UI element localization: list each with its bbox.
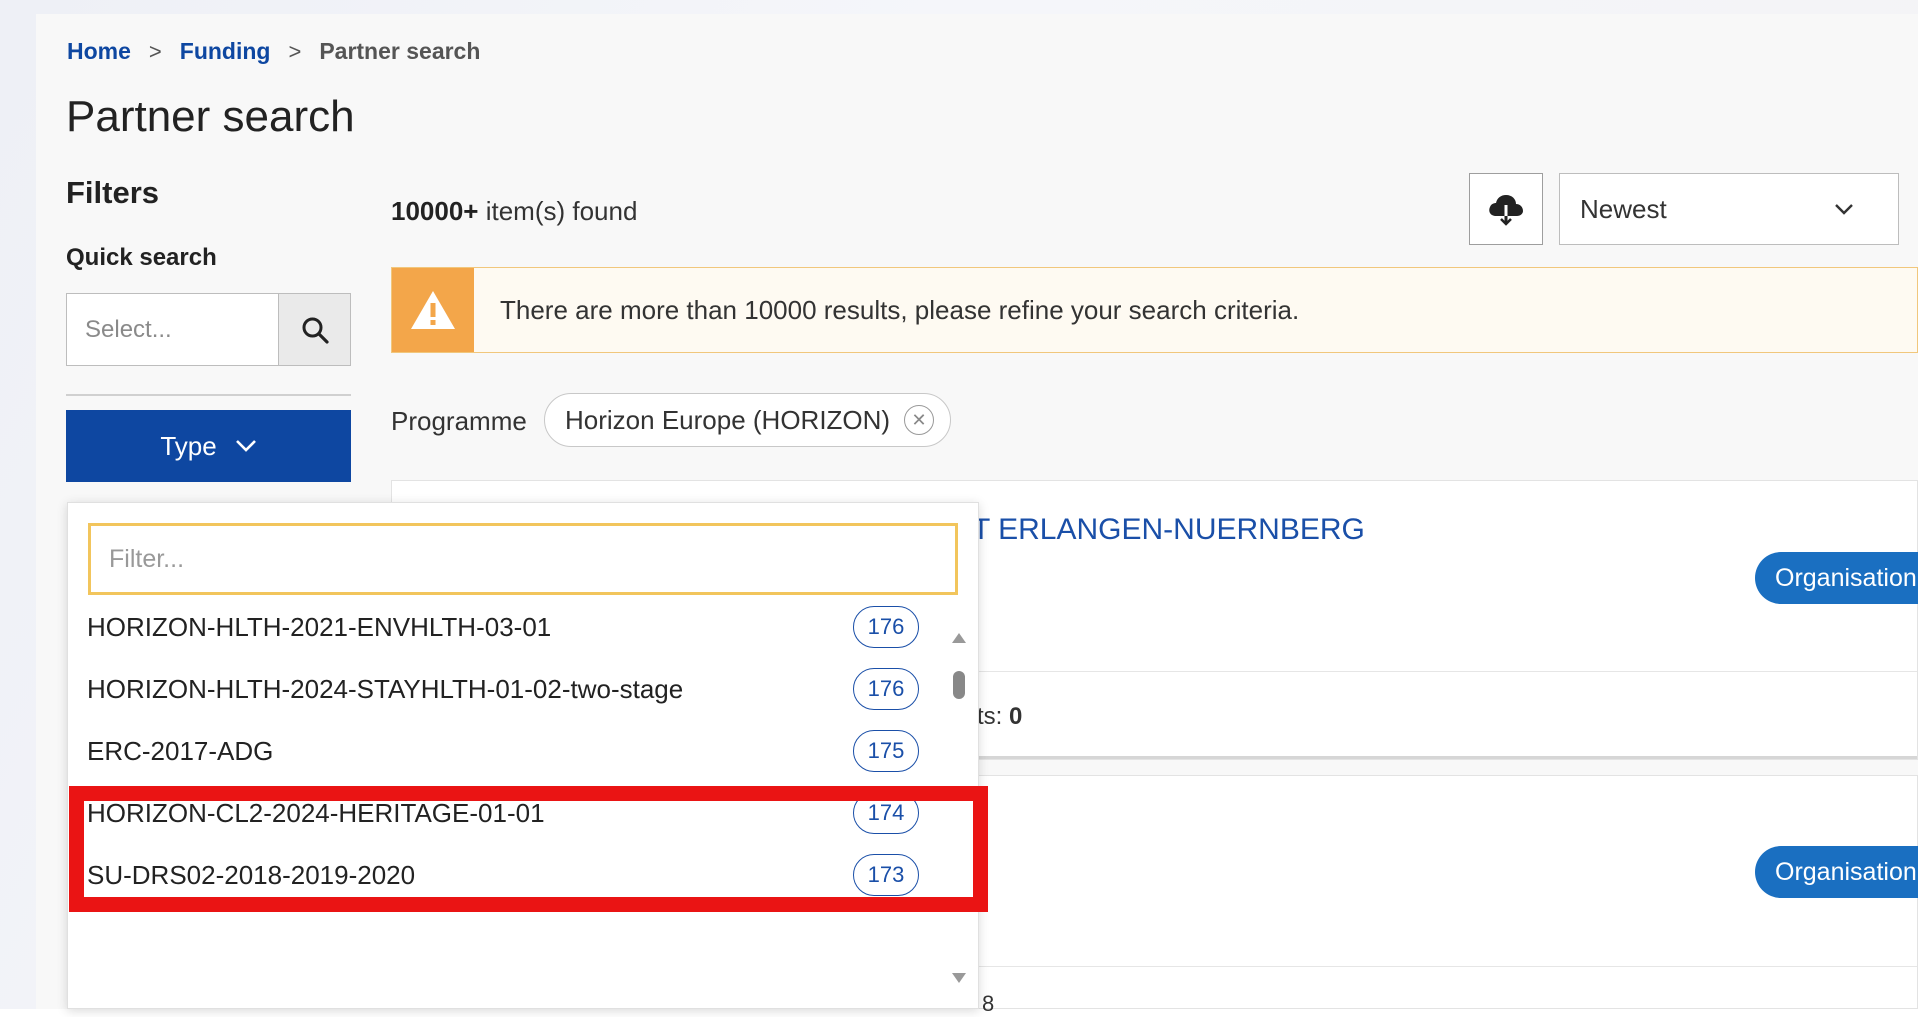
result-title-link[interactable]: ET ERLANGEN-NUERNBERG [952, 513, 1365, 547]
dropdown-filter-input[interactable] [88, 523, 958, 595]
quick-search-button[interactable] [278, 293, 351, 366]
breadcrumb-funding-link[interactable]: Funding [180, 38, 271, 65]
type-badge: Organisation [1755, 846, 1918, 898]
type-filter-label: Type [160, 430, 217, 461]
search-icon [302, 317, 329, 344]
cloud-download-icon [1489, 195, 1523, 226]
option-label: HORIZON-CL2-2024-HERITAGE-01-01 [87, 797, 545, 828]
result-meta-value: 0 [1009, 703, 1023, 730]
download-button[interactable] [1469, 173, 1543, 245]
option-count-badge: 176 [853, 668, 919, 710]
dropdown-option[interactable]: SU-DRS02-2018-2019-2020 173 [87, 845, 927, 905]
dropdown-option[interactable]: ERC-2017-ADG 175 [87, 721, 927, 781]
dropdown-option[interactable]: HORIZON-HLTH-2024-STAYHLTH-01-02-two-sta… [87, 659, 927, 719]
breadcrumb-current: Partner search [319, 38, 481, 64]
results-count: 10000+ item(s) found [391, 196, 637, 227]
alert-text: There are more than 10000 results, pleas… [500, 294, 1300, 325]
results-count-suffix: item(s) found [478, 196, 638, 226]
quick-search-label: Quick search [66, 244, 217, 271]
breadcrumb-separator: > [288, 38, 302, 64]
results-count-number: 10000+ [391, 196, 479, 226]
option-count-badge: 174 [853, 792, 919, 834]
option-label: SU-DRS02-2018-2019-2020 [87, 859, 416, 890]
quick-search [66, 293, 351, 366]
warning-alert: There are more than 10000 results, pleas… [391, 267, 1918, 353]
quick-search-input[interactable] [66, 293, 278, 366]
option-count-badge: 176 [853, 606, 919, 648]
breadcrumb-separator: > [148, 38, 162, 64]
page-title: Partner search [66, 92, 355, 141]
breadcrumb-home-link[interactable]: Home [67, 38, 131, 65]
filters-divider [66, 394, 351, 396]
alert-icon-box [392, 268, 474, 352]
option-label: HORIZON-HLTH-2024-STAYHLTH-01-02-two-sta… [87, 673, 684, 704]
option-count-badge: 173 [853, 854, 919, 896]
programme-filter-chip: Horizon Europe (HORIZON) ✕ [544, 393, 952, 447]
dropdown-option[interactable]: HORIZON-CL2-2024-HERITAGE-01-01 174 [87, 783, 927, 843]
type-dropdown-panel: HORIZON-HLTH-2021-ENVHLTH-03-01 176 HORI… [67, 502, 979, 1009]
dropdown-options-list[interactable]: HORIZON-HLTH-2021-ENVHLTH-03-01 176 HORI… [68, 606, 948, 1008]
warning-icon [411, 291, 455, 329]
breadcrumb: Home > Funding > Partner search [67, 38, 480, 65]
scroll-down-arrow-icon[interactable] [952, 973, 966, 983]
dropdown-option[interactable]: HORIZON-HLTH-2021-ENVHLTH-03-01 176 [87, 597, 927, 657]
option-label: ERC-2017-ADG [87, 735, 274, 766]
programme-chip-label: Horizon Europe (HORIZON) [565, 404, 891, 435]
scroll-up-arrow-icon[interactable] [952, 633, 966, 643]
result-meta-label: ts: [977, 703, 1003, 730]
close-icon[interactable]: ✕ [904, 405, 935, 435]
result-meta: ts: 0 [977, 703, 1022, 731]
result-meta: 8 [982, 991, 995, 1016]
chevron-down-icon [235, 440, 256, 452]
dropdown-scrollbar[interactable] [948, 633, 970, 983]
type-badge: Organisation [1755, 552, 1918, 604]
option-count-badge: 175 [853, 730, 919, 772]
type-filter-button[interactable]: Type [66, 410, 351, 482]
sort-value: Newest [1580, 193, 1667, 224]
filters-heading: Filters [66, 175, 160, 210]
programme-label: Programme [391, 406, 527, 436]
sort-select[interactable]: Newest [1559, 173, 1899, 245]
scroll-thumb[interactable] [953, 671, 965, 699]
chevron-down-icon [1835, 204, 1853, 215]
option-label: HORIZON-HLTH-2021-ENVHLTH-03-01 [87, 611, 552, 642]
